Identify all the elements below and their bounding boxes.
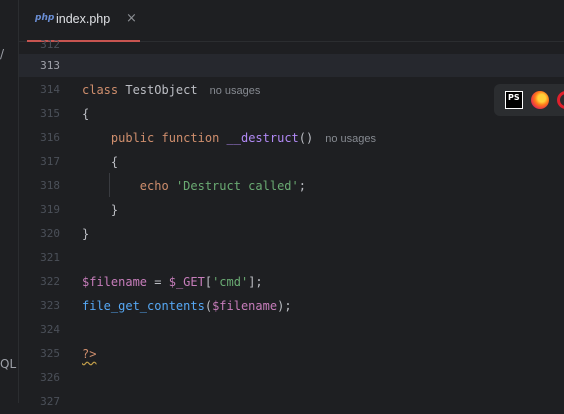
brace: { [82,107,90,121]
line-number: 320 [40,227,60,240]
php-close-tag[interactable]: ?> [82,347,96,361]
semicolon: ; [298,179,306,193]
assign-operator: = [147,275,169,289]
string-literal: 'cmd' [212,275,249,289]
paren: ); [277,299,292,313]
code-editor[interactable]: 312 313 314 315 316 317 318 319 320 321 … [19,38,564,408]
line-number: 327 [40,395,60,408]
class-name[interactable]: TestObject [125,83,197,97]
code-line-316: public function __destruct() no usages [82,126,376,150]
firefox-icon[interactable] [531,91,549,109]
code-line-317: { [82,150,118,174]
line-number: 317 [40,155,60,168]
line-number: 315 [40,107,60,120]
code-text-area[interactable]: class TestObject no usages { public funct… [63,42,564,403]
keyword-class: class [82,83,119,97]
function-call[interactable]: file_get_contents [82,299,205,313]
paren: ( [204,299,213,313]
line-number: 322 [40,275,60,288]
keyword-function: function [161,131,220,145]
side-glyph-top[interactable]: / [0,47,4,61]
keyword-echo: echo [139,179,169,193]
variable-filename[interactable]: $filename [82,275,147,289]
opera-icon[interactable] [557,91,564,109]
keyword-public: public [110,131,155,145]
line-number: 325 [40,347,60,360]
side-tool-strip: / QL [0,0,19,403]
code-line-315: { [82,102,89,126]
brace: } [110,203,119,217]
line-number: 321 [40,251,60,264]
line-number-current: 313 [40,59,60,72]
side-glyph-bottom[interactable]: QL [0,357,16,371]
variable-get[interactable]: $_GET [169,275,205,289]
open-in-browser-bar: PS [494,84,564,116]
bracket: [ [204,275,213,289]
variable-filename[interactable]: $filename [212,299,277,313]
code-line-320: } [82,222,89,246]
code-line-314: class TestObject no usages [82,78,260,102]
line-number: 316 [40,131,60,144]
code-line-319: } [82,198,118,222]
phpstorm-icon[interactable]: PS [505,91,523,109]
close-icon[interactable]: × [126,11,137,26]
method-name[interactable]: __destruct [227,131,299,145]
tab-label: index.php [56,12,111,26]
line-number: 318 [40,179,60,192]
line-number-gutter[interactable]: 312 313 314 315 316 317 318 319 320 321 … [19,38,63,408]
usages-hint[interactable]: no usages [325,133,376,145]
string-literal: 'Destruct called' [175,179,299,193]
bracket: ]; [248,275,263,289]
code-line-318: echo 'Destruct called'; [82,174,306,198]
code-line-323: file_get_contents($filename); [82,294,292,318]
line-number: 326 [40,371,60,384]
code-line-325: ?> [82,342,96,366]
code-line-322: $filename = $_GET['cmd']; [82,270,263,294]
line-number: 324 [40,323,60,336]
editor-tab-bar: php index.php × [19,0,564,42]
php-file-icon: php [35,13,55,23]
method-parens: () [298,131,314,145]
usages-hint[interactable]: no usages [210,85,261,97]
line-number: 314 [40,83,60,96]
brace: { [110,155,119,169]
brace: } [82,227,90,241]
line-number: 323 [40,299,60,312]
line-number: 319 [40,203,60,216]
